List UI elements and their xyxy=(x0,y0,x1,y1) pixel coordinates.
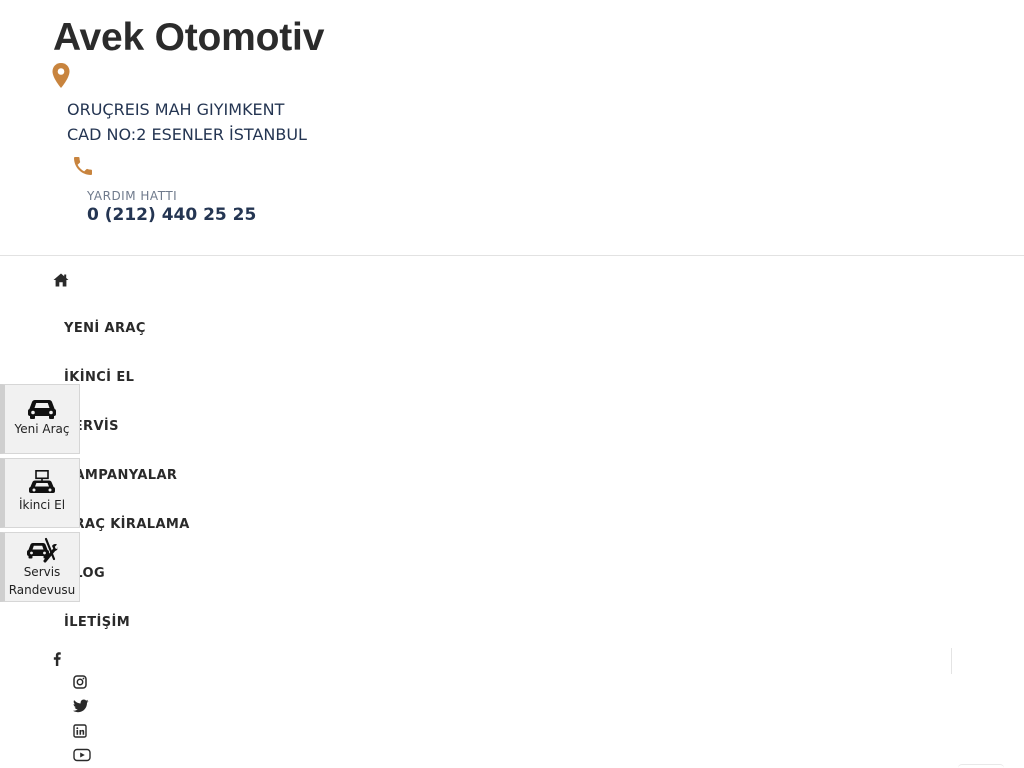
map-pin-icon xyxy=(52,63,70,88)
nav-item-kampanyalar[interactable]: KAMPANYALAR xyxy=(64,468,177,483)
youtube-icon[interactable] xyxy=(73,748,91,762)
nav-item-arac-kiralama[interactable]: ARAÇ KİRALAMA xyxy=(64,517,190,532)
side-tab-label: Servis Randevusu xyxy=(8,565,76,597)
phone-icon xyxy=(74,157,92,175)
nav-item-ikinci-el[interactable]: İKİNCİ EL xyxy=(64,370,134,385)
address: ORUÇREIS MAH GIYIMKENT CAD NO:2 ESENLER … xyxy=(67,97,307,147)
address-line-1: ORUÇREIS MAH GIYIMKENT xyxy=(67,100,285,119)
home-icon[interactable] xyxy=(53,273,69,287)
facebook-icon[interactable] xyxy=(52,652,62,666)
nav-item-yeni-arac[interactable]: YENİ ARAÇ xyxy=(64,321,146,336)
site-logo[interactable]: Avek Otomotiv xyxy=(53,16,324,60)
instagram-icon[interactable] xyxy=(73,675,87,689)
side-tab-label: İkinci El xyxy=(18,498,66,512)
nav-item-iletisim[interactable]: İLETİŞİM xyxy=(64,615,130,630)
side-tab-servis-randevusu[interactable]: Servis Randevusu xyxy=(0,532,80,602)
address-line-2: CAD NO:2 ESENLER İSTANBUL xyxy=(67,125,307,144)
car-icon xyxy=(28,400,56,419)
twitter-icon[interactable] xyxy=(73,699,89,713)
divider xyxy=(951,648,952,674)
scroll-to-top-edge[interactable] xyxy=(958,764,1004,768)
side-tab-ikinci-el[interactable]: İkinci El xyxy=(0,458,80,528)
car-wrench-icon xyxy=(27,537,58,563)
linkedin-icon[interactable] xyxy=(73,724,87,738)
side-tab-yeni-arac[interactable]: Yeni Araç xyxy=(0,384,80,454)
car-sign-icon xyxy=(29,470,55,493)
help-line-phone[interactable]: 0 (212) 440 25 25 xyxy=(87,205,256,225)
side-tab-label: Yeni Araç xyxy=(14,422,70,436)
help-line-label: YARDIM HATTI xyxy=(87,189,178,203)
site-header: Avek Otomotiv ORUÇREIS MAH GIYIMKENT CAD… xyxy=(0,0,1024,256)
